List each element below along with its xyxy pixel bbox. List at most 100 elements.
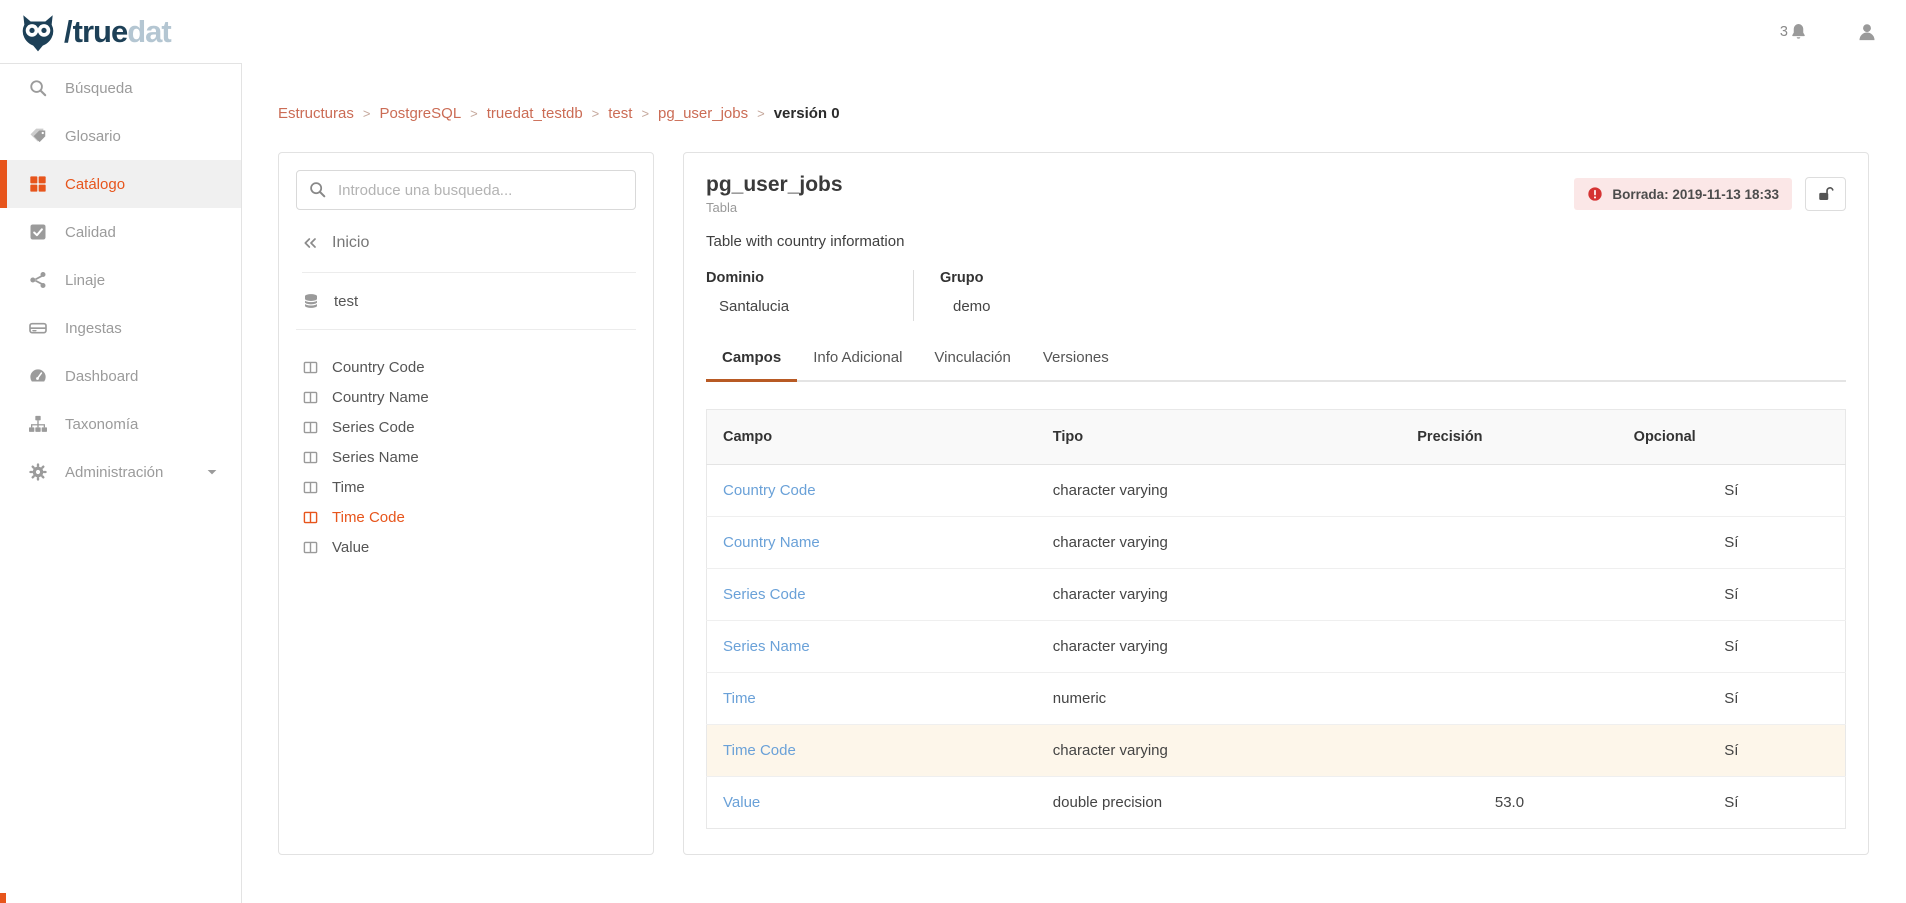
domain-meta: Dominio Santalucia <box>706 270 914 321</box>
field-item-time-code[interactable]: Time Code <box>296 502 636 532</box>
detail-tabs: CamposInfo AdicionalVinculaciónVersiones <box>706 349 1846 382</box>
cell-campo: Series Code <box>707 569 1037 621</box>
breadcrumb-link-truedat-testdb[interactable]: truedat_testdb <box>487 105 583 122</box>
drive-icon <box>28 318 48 338</box>
sidebar-item-label: Linaje <box>65 272 105 289</box>
truedat-logo[interactable]: /truedat <box>16 11 171 53</box>
breadcrumb-link-estructuras[interactable]: Estructuras <box>278 105 354 122</box>
check-square-icon <box>28 222 48 242</box>
group-meta: Grupo demo <box>914 270 991 321</box>
sidebar-item-ingestas[interactable]: Ingestas <box>0 304 241 352</box>
field-item-value[interactable]: Value <box>296 532 636 562</box>
table-row-series-name: Series Namecharacter varyingSí <box>707 621 1846 673</box>
back-to-home-link[interactable]: Inicio <box>302 234 636 273</box>
cell-precision: 53.0 <box>1401 777 1617 829</box>
field-link-time[interactable]: Time <box>723 690 756 707</box>
breadcrumb-separator: > <box>470 106 478 121</box>
cell-campo: Series Name <box>707 621 1037 673</box>
sidebar-item-label: Glosario <box>65 128 121 145</box>
field-item-country-name[interactable]: Country Name <box>296 382 636 412</box>
column-header-precision: Precisión <box>1401 410 1617 465</box>
tab-info-adicional[interactable]: Info Adicional <box>797 349 918 382</box>
breadcrumb-separator: > <box>757 106 765 121</box>
grid-icon <box>28 174 48 194</box>
sidebar-item-label: Administración <box>65 464 163 481</box>
breadcrumb-link-pg-user-jobs[interactable]: pg_user_jobs <box>658 105 748 122</box>
column-icon <box>302 479 319 496</box>
tab-campos[interactable]: Campos <box>706 349 797 382</box>
sidebar-item-linaje[interactable]: Linaje <box>0 256 241 304</box>
cell-opcional: Sí <box>1618 569 1846 621</box>
search-input[interactable] <box>296 170 636 210</box>
cell-precision <box>1401 517 1617 569</box>
table-row-country-code: Country Codecharacter varyingSí <box>707 465 1846 517</box>
main-content: Estructuras > PostgreSQL > truedat_testdb > te… <box>242 63 1906 903</box>
cell-campo: Value <box>707 777 1037 829</box>
structure-type-label: Tabla <box>706 200 843 215</box>
field-link-country-code[interactable]: Country Code <box>723 482 816 499</box>
top-bar: /truedat 3 <box>0 0 1906 63</box>
table-row-time-code: Time Codecharacter varyingSí <box>707 725 1846 777</box>
field-item-series-code[interactable]: Series Code <box>296 412 636 442</box>
field-link-value[interactable]: Value <box>723 794 760 811</box>
column-icon <box>302 359 319 376</box>
group-value: demo <box>953 298 991 315</box>
parent-schema-item[interactable]: test <box>296 273 636 330</box>
field-item-time[interactable]: Time <box>296 472 636 502</box>
domain-label: Dominio <box>706 270 913 286</box>
cell-tipo: character varying <box>1037 465 1401 517</box>
breadcrumb-link-postgresql[interactable]: PostgreSQL <box>379 105 461 122</box>
unlock-button[interactable] <box>1805 177 1846 211</box>
cell-campo: Country Code <box>707 465 1037 517</box>
field-item-label: Time Code <box>332 509 405 526</box>
sidebar-item-label: Catálogo <box>65 176 125 193</box>
sidebar-item-calidad[interactable]: Calidad <box>0 208 241 256</box>
gear-icon <box>28 462 48 482</box>
breadcrumb-link-test[interactable]: test <box>608 105 632 122</box>
field-link-time-code[interactable]: Time Code <box>723 742 796 759</box>
page-title: pg_user_jobs <box>706 173 843 197</box>
field-item-series-name[interactable]: Series Name <box>296 442 636 472</box>
notification-count: 3 <box>1780 24 1788 40</box>
unlock-icon <box>1817 185 1835 203</box>
cell-campo: Country Name <box>707 517 1037 569</box>
tags-icon <box>28 126 48 146</box>
breadcrumb-separator: > <box>641 106 649 121</box>
user-menu-button[interactable] <box>1856 21 1878 43</box>
field-link-series-code[interactable]: Series Code <box>723 586 806 603</box>
cell-campo: Time <box>707 673 1037 725</box>
sidebar-item-busqueda[interactable]: Búsqueda <box>0 64 241 112</box>
cell-opcional: Sí <box>1618 621 1846 673</box>
sidebar-item-dashboard[interactable]: Dashboard <box>0 352 241 400</box>
cell-opcional: Sí <box>1618 725 1846 777</box>
field-link-series-name[interactable]: Series Name <box>723 638 810 655</box>
notifications-button[interactable]: 3 <box>1780 22 1808 41</box>
cell-precision <box>1401 569 1617 621</box>
tab-vinculacion[interactable]: Vinculación <box>918 349 1026 382</box>
fields-table: CampoTipoPrecisiónOpcional Country Codec… <box>706 409 1846 829</box>
sitemap-icon <box>28 414 48 434</box>
table-row-time: Time numeric Sí <box>707 673 1846 725</box>
cell-tipo: numeric <box>1037 673 1401 725</box>
owl-logo-icon <box>16 11 60 53</box>
sidebar-item-administracion[interactable]: Administración <box>0 448 241 496</box>
group-label: Grupo <box>940 270 991 286</box>
sidebar-item-taxonomia[interactable]: Taxonomía <box>0 400 241 448</box>
breadcrumb-separator: > <box>592 106 600 121</box>
column-header-opcional: Opcional <box>1618 410 1846 465</box>
chevrons-left-icon <box>302 235 318 251</box>
tab-versiones[interactable]: Versiones <box>1027 349 1125 382</box>
field-link-country-name[interactable]: Country Name <box>723 534 820 551</box>
search-icon <box>28 78 48 98</box>
structure-search <box>296 170 636 210</box>
field-item-label: Series Code <box>332 419 415 436</box>
cell-precision <box>1401 725 1617 777</box>
sidebar-item-label: Dashboard <box>65 368 138 385</box>
sidebar-item-catalogo[interactable]: Catálogo <box>0 160 241 208</box>
cell-opcional: Sí <box>1618 673 1846 725</box>
sidebar-item-label: Calidad <box>65 224 116 241</box>
sidebar-item-glosario[interactable]: Glosario <box>0 112 241 160</box>
structure-explorer-panel: Inicio test Country CodeCountry Name Seri… <box>278 152 654 855</box>
breadcrumb-current: versión 0 <box>774 105 840 122</box>
field-item-country-code[interactable]: Country Code <box>296 352 636 382</box>
